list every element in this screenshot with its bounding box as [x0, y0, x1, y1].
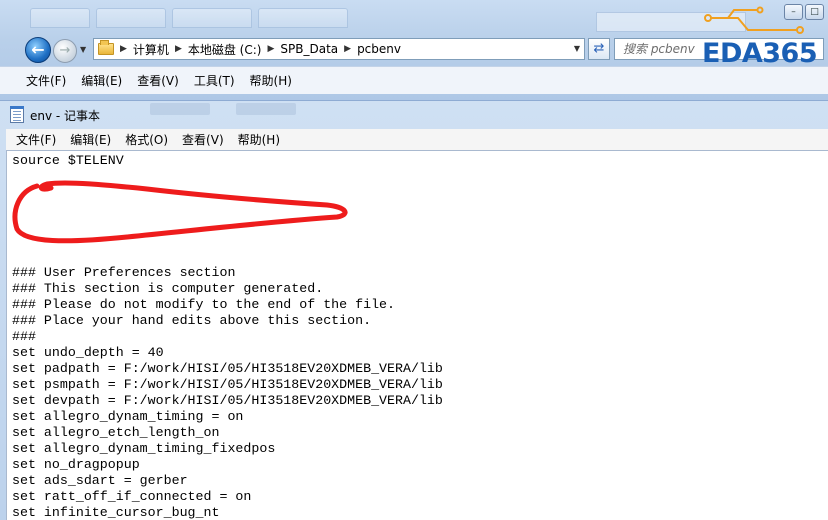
text-line[interactable] — [12, 249, 443, 265]
text-line[interactable]: set undo_depth = 40 — [12, 345, 443, 361]
text-line[interactable]: set infinite_cursor_bug_nt — [12, 505, 443, 520]
text-line[interactable]: set padpath = F:/work/HISI/05/HI3518EV20… — [12, 361, 443, 377]
ghost-strip — [236, 103, 296, 115]
text-line[interactable] — [12, 169, 443, 185]
text-line[interactable] — [12, 185, 443, 201]
explorer-window: – □ ← → ▼ ▶ 计算机 ▶ 本地磁盘 (C:) ▶ SPB_Data ▶… — [0, 0, 828, 100]
logo-text: EDA365 — [702, 38, 818, 69]
refresh-button[interactable]: ⇄ — [588, 38, 610, 60]
ghost-strip — [150, 103, 210, 115]
menu-file[interactable]: 文件(F) — [26, 72, 66, 89]
menu-help[interactable]: 帮助(H) — [250, 72, 292, 89]
chevron-right-icon[interactable]: ▶ — [175, 44, 182, 54]
ghost-tab — [96, 8, 166, 28]
ghost-tab — [258, 8, 348, 28]
eda365-logo: EDA365 — [698, 6, 824, 69]
history-dropdown-icon[interactable]: ▼ — [80, 45, 86, 54]
text-line[interactable]: set devpath = F:/work/HISI/05/HI3518EV20… — [12, 393, 443, 409]
menu-help[interactable]: 帮助(H) — [238, 131, 280, 148]
text-line[interactable]: set ads_sdart = gerber — [12, 473, 443, 489]
address-dropdown-icon[interactable]: ▼ — [574, 44, 580, 53]
ghost-tab — [172, 8, 252, 28]
explorer-menubar: 文件(F) 编辑(E) 查看(V) 工具(T) 帮助(H) — [0, 66, 828, 94]
text-line[interactable]: set allegro_dynam_timing_fixedpos — [12, 441, 443, 457]
ghost-tab — [30, 8, 90, 28]
text-line[interactable]: ### Place your hand edits above this sec… — [12, 313, 443, 329]
text-line[interactable] — [12, 217, 443, 233]
menu-edit[interactable]: 编辑(E) — [70, 131, 111, 148]
editor-content[interactable]: source $TELENV ### User Preferences secti… — [12, 153, 443, 520]
menu-edit[interactable]: 编辑(E) — [81, 72, 122, 89]
circuit-trace-icon — [704, 6, 804, 34]
chevron-right-icon[interactable]: ▶ — [267, 44, 274, 54]
text-line[interactable]: set allegro_etch_length_on — [12, 425, 443, 441]
forward-button[interactable]: → — [53, 39, 77, 63]
chevron-right-icon[interactable]: ▶ — [344, 44, 351, 54]
text-line[interactable]: source $TELENV — [12, 153, 443, 169]
text-line[interactable]: ### — [12, 329, 443, 345]
menu-view[interactable]: 查看(V) — [182, 131, 224, 148]
back-button[interactable]: ← — [25, 37, 51, 63]
chevron-right-icon[interactable]: ▶ — [120, 44, 127, 54]
breadcrumb-local-disk[interactable]: 本地磁盘 (C:) — [188, 41, 262, 58]
menu-view[interactable]: 查看(V) — [137, 72, 179, 89]
text-line[interactable]: set ratt_off_if_connected = on — [12, 489, 443, 505]
text-line[interactable]: set allegro_dynam_timing = on — [12, 409, 443, 425]
text-line[interactable] — [12, 233, 443, 249]
notepad-window: env - 记事本 文件(F) 编辑(E) 格式(O) 查看(V) 帮助(H) … — [0, 100, 828, 520]
text-line[interactable]: set psmpath = F:/work/HISI/05/HI3518EV20… — [12, 377, 443, 393]
notepad-icon — [10, 106, 24, 123]
text-line[interactable]: set no_dragpopup — [12, 457, 443, 473]
text-line[interactable]: ### Please do not modify to the end of t… — [12, 297, 443, 313]
text-line[interactable]: ### User Preferences section — [12, 265, 443, 281]
text-line[interactable]: ### This section is computer generated. — [12, 281, 443, 297]
text-line[interactable] — [12, 201, 443, 217]
menu-file[interactable]: 文件(F) — [16, 131, 56, 148]
folder-icon — [98, 40, 114, 55]
menu-format[interactable]: 格式(O) — [125, 131, 168, 148]
text-editor[interactable]: source $TELENV ### User Preferences secti… — [6, 150, 828, 520]
notepad-titlebar[interactable]: env - 记事本 — [0, 101, 828, 129]
menu-tools[interactable]: 工具(T) — [194, 72, 235, 89]
breadcrumb-computer[interactable]: 计算机 — [133, 41, 169, 58]
notepad-menubar: 文件(F) 编辑(E) 格式(O) 查看(V) 帮助(H) — [6, 129, 828, 150]
breadcrumb-spb-data[interactable]: SPB_Data — [280, 42, 338, 56]
address-bar[interactable]: ▶ 计算机 ▶ 本地磁盘 (C:) ▶ SPB_Data ▶ pcbenv ▼ — [93, 38, 585, 60]
breadcrumb-pcbenv[interactable]: pcbenv — [357, 42, 401, 56]
window-title: env - 记事本 — [30, 109, 101, 123]
